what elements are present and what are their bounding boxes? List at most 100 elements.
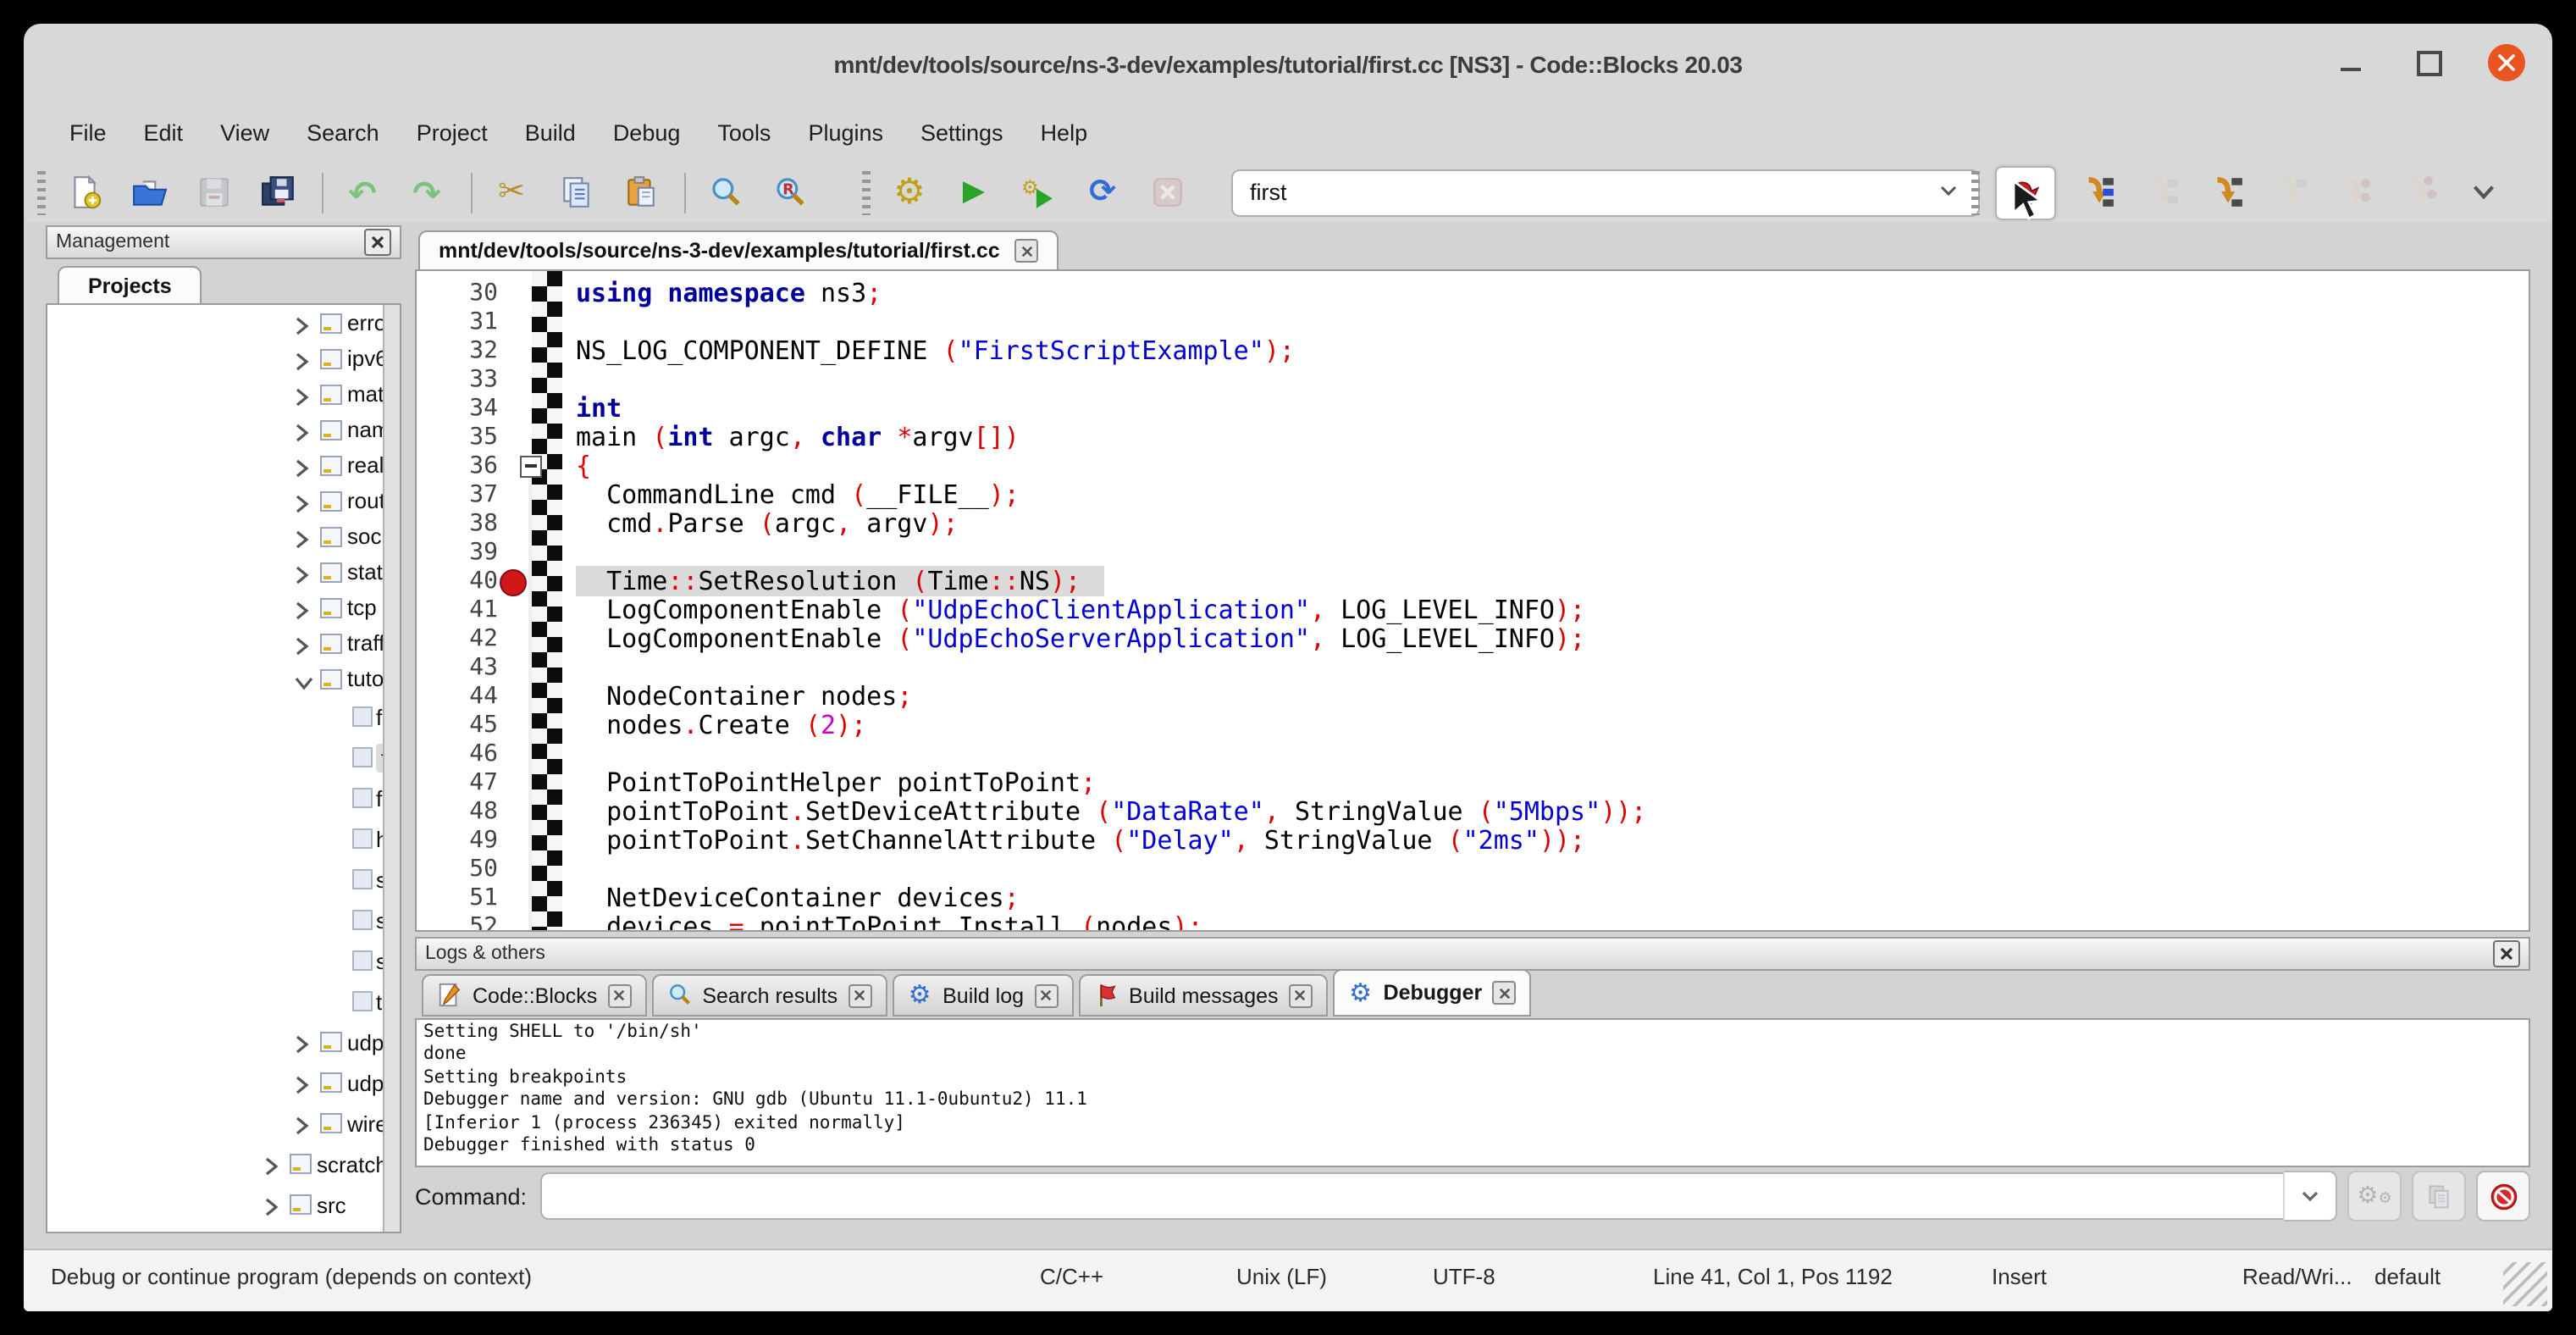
code-line-33[interactable]: 33 <box>417 366 2529 395</box>
title-bar[interactable]: mnt/dev/tools/source/ns-3-dev/examples/t… <box>24 24 2552 102</box>
toolbar-drag-handle[interactable] <box>862 170 871 214</box>
debugger-log-output[interactable]: Setting SHELL to '/bin/sh'doneSetting br… <box>415 1018 2530 1167</box>
menu-search[interactable]: Search <box>288 111 398 153</box>
line-number[interactable]: 38 <box>417 510 498 539</box>
code-line-31[interactable]: 31 <box>417 308 2529 337</box>
chevron-right-icon[interactable] <box>295 314 310 340</box>
logs-tab-build-messages[interactable]: Build messages <box>1078 974 1328 1016</box>
overflow-button[interactable] <box>2459 169 2507 216</box>
cut-button[interactable]: ✂ <box>488 169 535 216</box>
copy-button[interactable] <box>552 169 600 216</box>
logs-tab-close-button[interactable] <box>607 983 631 1007</box>
menu-settings[interactable]: Settings <box>902 111 1022 153</box>
stop-debugger-button[interactable] <box>2476 1171 2530 1221</box>
code-editor[interactable]: 30using namespace ns3;3132NS_LOG_COMPONE… <box>415 269 2530 932</box>
chevron-right-icon[interactable] <box>264 1155 279 1181</box>
logs-tab-code-blocks[interactable]: Code::Blocks <box>422 974 646 1016</box>
menu-view[interactable]: View <box>202 111 288 153</box>
tab-projects[interactable]: Projects <box>58 266 202 303</box>
line-number[interactable]: 46 <box>417 740 498 769</box>
tree-item-six[interactable]: six <box>47 940 400 981</box>
line-number[interactable]: 40 <box>417 568 498 596</box>
line-number[interactable]: 41 <box>417 596 498 625</box>
tree-item-realt[interactable]: realt <box>47 447 400 483</box>
code-line-34[interactable]: 34int <box>417 395 2529 424</box>
project-tree[interactable]: erroipv6matnamrealtroutsockstattcptrafft… <box>46 303 401 1233</box>
replace-button[interactable]: R <box>766 169 813 216</box>
code-line-39[interactable]: 39 <box>417 539 2529 568</box>
code-line-38[interactable]: 38 cmd.Parse (argc, argv); <box>417 510 2529 539</box>
line-number[interactable]: 30 <box>417 280 498 308</box>
fold-margin[interactable] <box>532 271 562 930</box>
build-target-combo[interactable]: first <box>1231 169 1980 216</box>
line-number[interactable]: 49 <box>417 827 498 856</box>
code-line-37[interactable]: 37 CommandLine cmd (__FILE__); <box>417 481 2529 510</box>
menu-debug[interactable]: Debug <box>594 111 699 153</box>
breakpoint-marker[interactable] <box>500 569 527 596</box>
line-number[interactable]: 42 <box>417 625 498 654</box>
chevron-right-icon[interactable] <box>295 457 310 482</box>
code-line-52[interactable]: 52 devices = pointToPoint.Install (nodes… <box>417 913 2529 932</box>
tree-item-erro[interactable]: erro <box>47 305 400 341</box>
tree-item-fif[interactable]: fif <box>47 696 400 737</box>
line-number[interactable]: 52 <box>417 913 498 932</box>
code-line-42[interactable]: 42 LogComponentEnable ("UdpEchoServerApp… <box>417 625 2529 654</box>
tree-item-rout[interactable]: rout <box>47 483 400 518</box>
management-close-button[interactable] <box>364 229 391 256</box>
chevron-right-icon[interactable] <box>295 1115 310 1140</box>
menu-file[interactable]: File <box>51 111 125 153</box>
code-line-46[interactable]: 46 <box>417 740 2529 769</box>
toolbar-drag-handle[interactable] <box>37 170 46 214</box>
open-file-button[interactable] <box>125 169 173 216</box>
logs-tab-close-button[interactable] <box>1034 983 1058 1007</box>
new-file-button[interactable] <box>61 169 108 216</box>
line-number[interactable]: 33 <box>417 366 498 395</box>
code-line-32[interactable]: 32NS_LOG_COMPONENT_DEFINE ("FirstScriptE… <box>417 337 2529 366</box>
logs-tab-close-button[interactable] <box>1492 981 1516 1005</box>
tree-item-udp-[interactable]: udp- <box>47 1062 400 1103</box>
code-line-50[interactable]: 50 <box>417 856 2529 884</box>
line-number[interactable]: 47 <box>417 769 498 798</box>
code-line-45[interactable]: 45 nodes.Create (2); <box>417 712 2529 740</box>
chevron-right-icon[interactable] <box>295 350 310 375</box>
code-line-44[interactable]: 44 NodeContainer nodes; <box>417 683 2529 712</box>
code-line-41[interactable]: 41 LogComponentEnable ("UdpEchoClientApp… <box>417 596 2529 625</box>
code-line-35[interactable]: 35main (int argc, char *argv[]) <box>417 424 2529 452</box>
close-button[interactable] <box>2488 44 2525 81</box>
tree-scrollbar[interactable] <box>383 305 400 1232</box>
chevron-right-icon[interactable] <box>295 385 310 411</box>
tree-item-udp[interactable]: udp <box>47 1022 400 1062</box>
line-number[interactable]: 44 <box>417 683 498 712</box>
undo-button[interactable]: ↶ <box>339 169 386 216</box>
command-history-dropdown-button[interactable] <box>2283 1171 2337 1221</box>
editor-tab-close-button[interactable] <box>1015 239 1039 263</box>
step-into-button[interactable] <box>2202 169 2249 216</box>
line-number[interactable]: 45 <box>417 712 498 740</box>
tree-item-ipv6[interactable]: ipv6 <box>47 341 400 376</box>
build-and-run-button[interactable]: ⚙ <box>1014 169 1062 216</box>
minimize-button[interactable] <box>2332 44 2369 81</box>
tree-item-he[interactable]: he <box>47 818 400 859</box>
chevron-right-icon[interactable] <box>295 634 310 660</box>
menu-tools[interactable]: Tools <box>699 111 789 153</box>
fold-collapse-marker[interactable] <box>520 456 542 478</box>
menu-plugins[interactable]: Plugins <box>789 111 902 153</box>
code-line-36[interactable]: 36{ <box>417 452 2529 481</box>
line-number[interactable]: 39 <box>417 539 498 568</box>
code-line-51[interactable]: 51 NetDeviceContainer devices; <box>417 884 2529 913</box>
chevron-right-icon[interactable] <box>295 492 310 518</box>
chevron-right-icon[interactable] <box>295 599 310 624</box>
chevron-right-icon[interactable] <box>295 563 310 589</box>
tree-item-th[interactable]: th <box>47 981 400 1022</box>
code-line-40[interactable]: 40 Time::SetResolution (Time::NS); <box>417 568 2529 596</box>
menu-project[interactable]: Project <box>398 111 506 153</box>
tree-item-mat[interactable]: mat <box>47 376 400 412</box>
line-number[interactable]: 48 <box>417 798 498 827</box>
toolbar-drag-handle[interactable] <box>1971 170 1980 214</box>
chevron-right-icon[interactable] <box>295 421 310 446</box>
line-number[interactable]: 31 <box>417 308 498 337</box>
maximize-button[interactable] <box>2410 44 2447 81</box>
tree-item-stat[interactable]: stat <box>47 554 400 590</box>
tree-item-wire[interactable]: wire <box>47 1103 400 1144</box>
logs-tab-debugger[interactable]: ⚙ Debugger <box>1333 969 1532 1016</box>
